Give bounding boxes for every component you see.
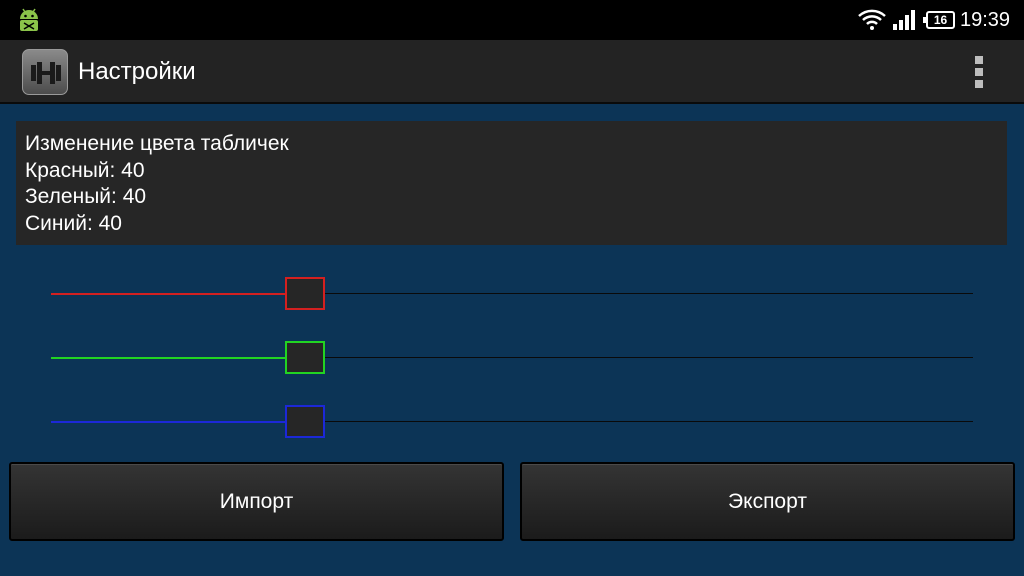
export-button[interactable]: Экспорт [520, 462, 1015, 541]
blue-slider[interactable] [51, 405, 973, 439]
clock: 19:39 [960, 9, 1011, 31]
slider-thumb[interactable] [285, 405, 325, 438]
slider-fill [51, 421, 285, 423]
android-debug-icon [20, 8, 38, 31]
slider-fill [51, 357, 285, 359]
blue-value-label: Синий: 40 [25, 211, 122, 235]
page-title: Настройки [78, 58, 196, 85]
red-value-label: Красный: 40 [25, 158, 145, 182]
green-value-label: Зеленый: 40 [25, 185, 147, 208]
dumbbell-icon [31, 62, 61, 84]
action-bar: Настройки [0, 40, 1024, 104]
slider-fill [51, 293, 285, 295]
green-slider[interactable] [51, 341, 973, 375]
app-icon[interactable] [22, 49, 68, 95]
signal-icon [893, 10, 915, 30]
slider-thumb[interactable] [285, 277, 325, 310]
status-bar: 16 19:39 [0, 0, 1024, 40]
battery-icon: 16 [923, 11, 955, 29]
slider-thumb[interactable] [285, 341, 325, 374]
overflow-menu-icon[interactable] [966, 54, 992, 90]
import-button[interactable]: Импорт [9, 462, 504, 541]
wifi-icon [858, 9, 886, 30]
red-slider[interactable] [51, 277, 973, 311]
info-heading: Изменение цвета табличек [25, 132, 289, 155]
color-info-panel: Изменение цвета табличек Красный: 40 Зел… [16, 121, 1007, 245]
